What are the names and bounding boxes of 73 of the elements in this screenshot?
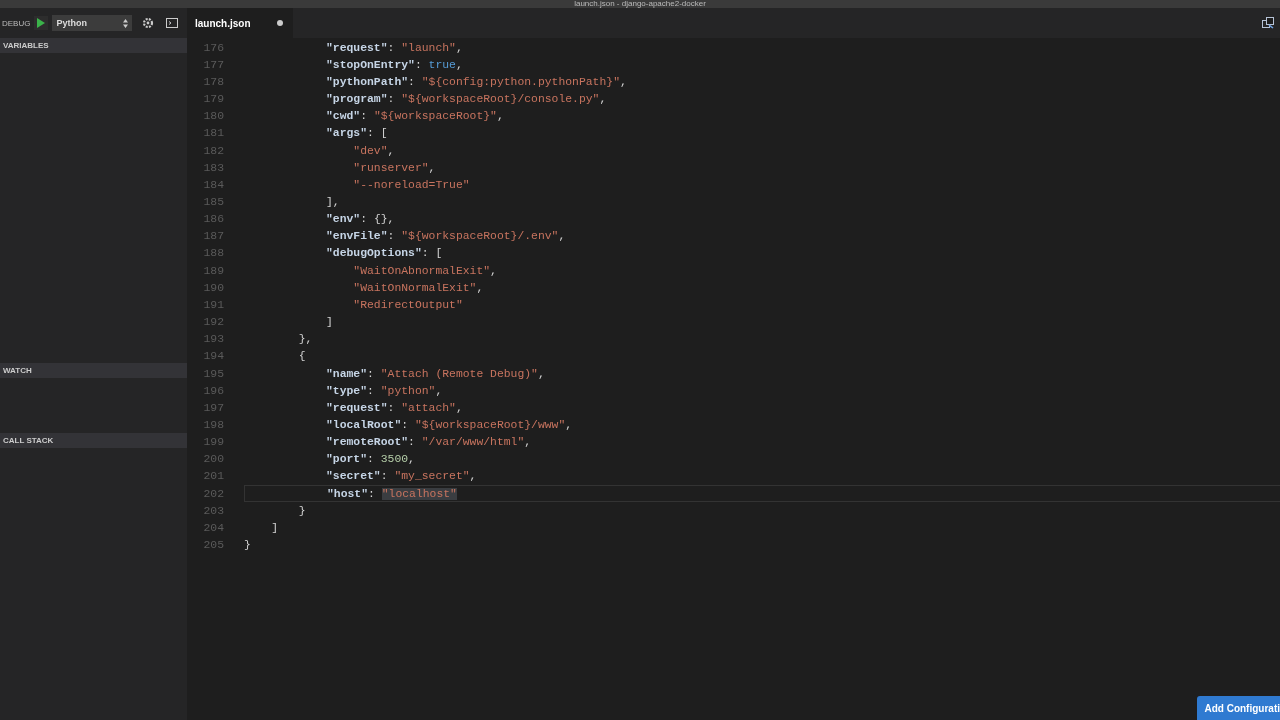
code-line: "request": "attach",	[325, 401, 463, 414]
line-number: 199	[202, 436, 224, 449]
configuration-dropdown[interactable]: Python	[52, 15, 133, 31]
line-number: 185	[202, 196, 224, 208]
window-title: launch.json - django-apache2-docker	[574, 0, 706, 8]
line-number: 193	[202, 333, 224, 346]
section-header[interactable]: VARIABLES	[0, 38, 187, 53]
code-line: "args": [	[325, 127, 388, 140]
open-changes-icon[interactable]	[1262, 17, 1274, 29]
line-number: 182	[202, 144, 224, 157]
code-line: "envFile": "${workspaceRoot}/.env",	[325, 230, 566, 243]
settings-icon[interactable]	[142, 17, 155, 29]
line-number: 195	[202, 367, 224, 380]
section-header[interactable]: CALL STACK	[0, 433, 187, 448]
code-line: "stopOnEntry": true,	[325, 58, 463, 71]
line-number: 192	[202, 316, 224, 329]
debug-label: DEBUG	[2, 18, 31, 28]
code-line: "pythonPath": "${config:python.pythonPath}",	[325, 75, 627, 88]
line-number: 176	[202, 41, 224, 54]
code-line: "dev",	[352, 144, 395, 157]
code-line: "WaitOnAbnormalExit",	[352, 264, 497, 277]
code-line: "remoteRoot": "/var/www/html",	[325, 436, 532, 449]
code-line: "localRoot": "${workspaceRoot}/www",	[325, 419, 573, 431]
code-line: "cwd": "${workspaceRoot}",	[325, 110, 504, 123]
line-number: 189	[202, 264, 224, 277]
code-line: }	[244, 539, 251, 552]
line-number: 181	[202, 127, 224, 140]
code-line: {	[297, 350, 306, 363]
code-line: "env": {},	[325, 213, 395, 226]
line-number: 187	[202, 230, 224, 243]
start-debugging-button[interactable]	[34, 16, 49, 30]
line-number: 202	[202, 487, 224, 500]
code-line: "secret": "my_secret",	[325, 470, 477, 483]
line-number: 201	[202, 470, 224, 483]
line-number: 179	[202, 93, 224, 106]
line-number: 190	[202, 281, 224, 294]
line-number: 204	[202, 521, 224, 534]
line-number: 183	[202, 161, 224, 174]
line-number: 191	[202, 298, 224, 311]
line-number: 197	[202, 401, 224, 414]
code-line: }	[297, 504, 306, 517]
line-number: 194	[202, 350, 224, 363]
code-line: "host": "localhost"	[326, 487, 457, 500]
line-number: 178	[202, 75, 224, 88]
code-line: },	[297, 333, 313, 346]
line-number: 203	[202, 504, 224, 517]
line-number: 205	[202, 539, 224, 552]
code-line: "request": "launch",	[325, 41, 463, 54]
line-number: 180	[202, 110, 224, 123]
editor-tab[interactable]: launch.json	[187, 8, 293, 38]
code-line: ]	[325, 316, 333, 329]
line-number: 188	[202, 247, 224, 260]
code-line: "runserver",	[352, 161, 436, 174]
terminal-icon[interactable]	[166, 18, 179, 28]
code-line: "program": "${workspaceRoot}/console.py",	[325, 93, 607, 106]
code-line: "--noreload=True"	[352, 178, 470, 191]
code-line: "RedirectOutput"	[352, 298, 463, 311]
code-line: "port": 3500,	[325, 453, 415, 466]
code-line: "name": "Attach (Remote Debug)",	[325, 367, 545, 380]
code-line: "debugOptions": [	[325, 247, 443, 260]
code-line: ],	[325, 196, 340, 208]
line-number: 177	[202, 58, 224, 71]
updown-arrows-icon	[123, 18, 129, 28]
code-line: "type": "python",	[325, 384, 443, 397]
section-header[interactable]: WATCH	[0, 363, 187, 378]
code-line: "WaitOnNormalExit",	[352, 281, 484, 294]
line-number: 184	[202, 178, 224, 191]
line-number: 196	[202, 384, 224, 397]
line-number: 186	[202, 213, 224, 226]
line-number: 200	[202, 453, 224, 466]
add-configuration-button[interactable]: Add Configurati	[1197, 696, 1280, 720]
line-number: 198	[202, 419, 224, 431]
code-line: ]	[270, 521, 279, 534]
